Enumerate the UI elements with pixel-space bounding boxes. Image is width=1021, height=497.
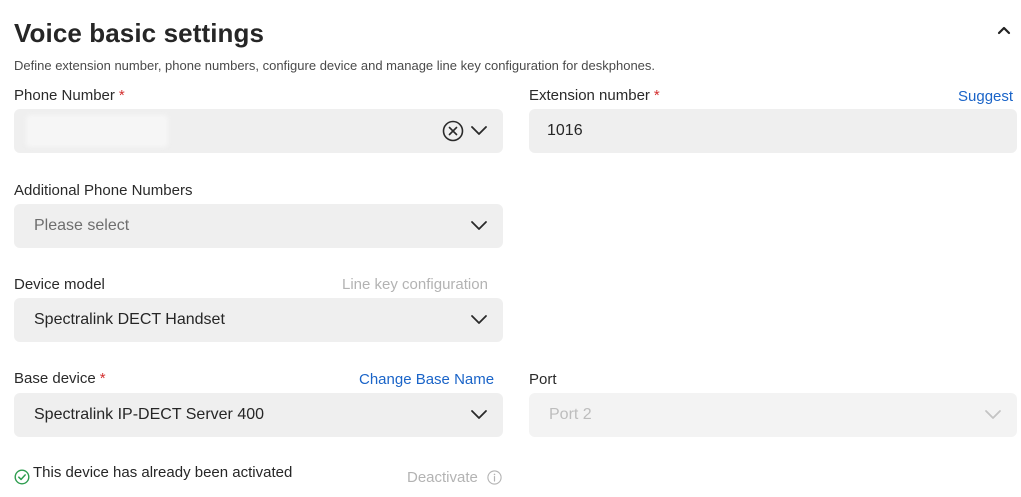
base-device-label: Base device * xyxy=(14,370,106,387)
port-select: Port 2 xyxy=(529,393,1017,437)
info-icon[interactable] xyxy=(487,470,502,485)
check-circle-icon xyxy=(14,469,30,485)
extension-number-label: Extension number * xyxy=(529,87,660,104)
chevron-down-icon xyxy=(985,410,1001,419)
deactivate-button[interactable]: Deactivate xyxy=(407,469,478,486)
chevron-down-icon[interactable] xyxy=(469,123,489,137)
base-device-value: Spectralink IP-DECT Server 400 xyxy=(34,406,265,423)
extension-number-input[interactable]: 1016 xyxy=(529,109,1017,153)
chevron-down-icon[interactable] xyxy=(469,218,489,232)
clear-circle-icon[interactable] xyxy=(442,120,464,142)
extension-number-value: 1016 xyxy=(547,122,583,139)
required-mark: * xyxy=(653,87,660,104)
required-mark: * xyxy=(118,87,125,104)
chevron-down-icon[interactable] xyxy=(469,407,489,421)
phone-number-select[interactable] xyxy=(14,109,503,153)
section-title: Voice basic settings xyxy=(14,18,265,48)
device-model-label: Device model xyxy=(14,276,105,293)
base-device-select[interactable]: Spectralink IP-DECT Server 400 xyxy=(14,393,503,437)
port-value: Port 2 xyxy=(549,406,592,423)
chevron-down-icon[interactable] xyxy=(469,312,489,326)
additional-phone-numbers-select[interactable]: Please select xyxy=(14,204,503,248)
required-mark: * xyxy=(99,370,106,387)
additional-phone-numbers-placeholder: Please select xyxy=(34,217,130,234)
extension-number-label-text: Extension number xyxy=(529,87,650,104)
line-key-configuration-link[interactable]: Line key configuration xyxy=(342,276,488,293)
change-base-name-link[interactable]: Change Base Name xyxy=(359,371,494,388)
suggest-link[interactable]: Suggest xyxy=(958,88,1013,105)
section-subtitle: Define extension number, phone numbers, … xyxy=(14,58,656,73)
phone-number-label-text: Phone Number xyxy=(14,87,115,104)
port-label: Port xyxy=(529,371,557,388)
additional-phone-numbers-label: Additional Phone Numbers xyxy=(14,182,193,199)
phone-number-value xyxy=(26,115,168,147)
phone-number-label: Phone Number * xyxy=(14,87,125,104)
activation-status-text: This device has already been activated xyxy=(33,464,293,481)
device-model-select[interactable]: Spectralink DECT Handset xyxy=(14,298,503,342)
base-device-label-text: Base device xyxy=(14,370,96,387)
chevron-up-icon[interactable] xyxy=(994,22,1014,38)
device-model-value: Spectralink DECT Handset xyxy=(34,311,225,328)
